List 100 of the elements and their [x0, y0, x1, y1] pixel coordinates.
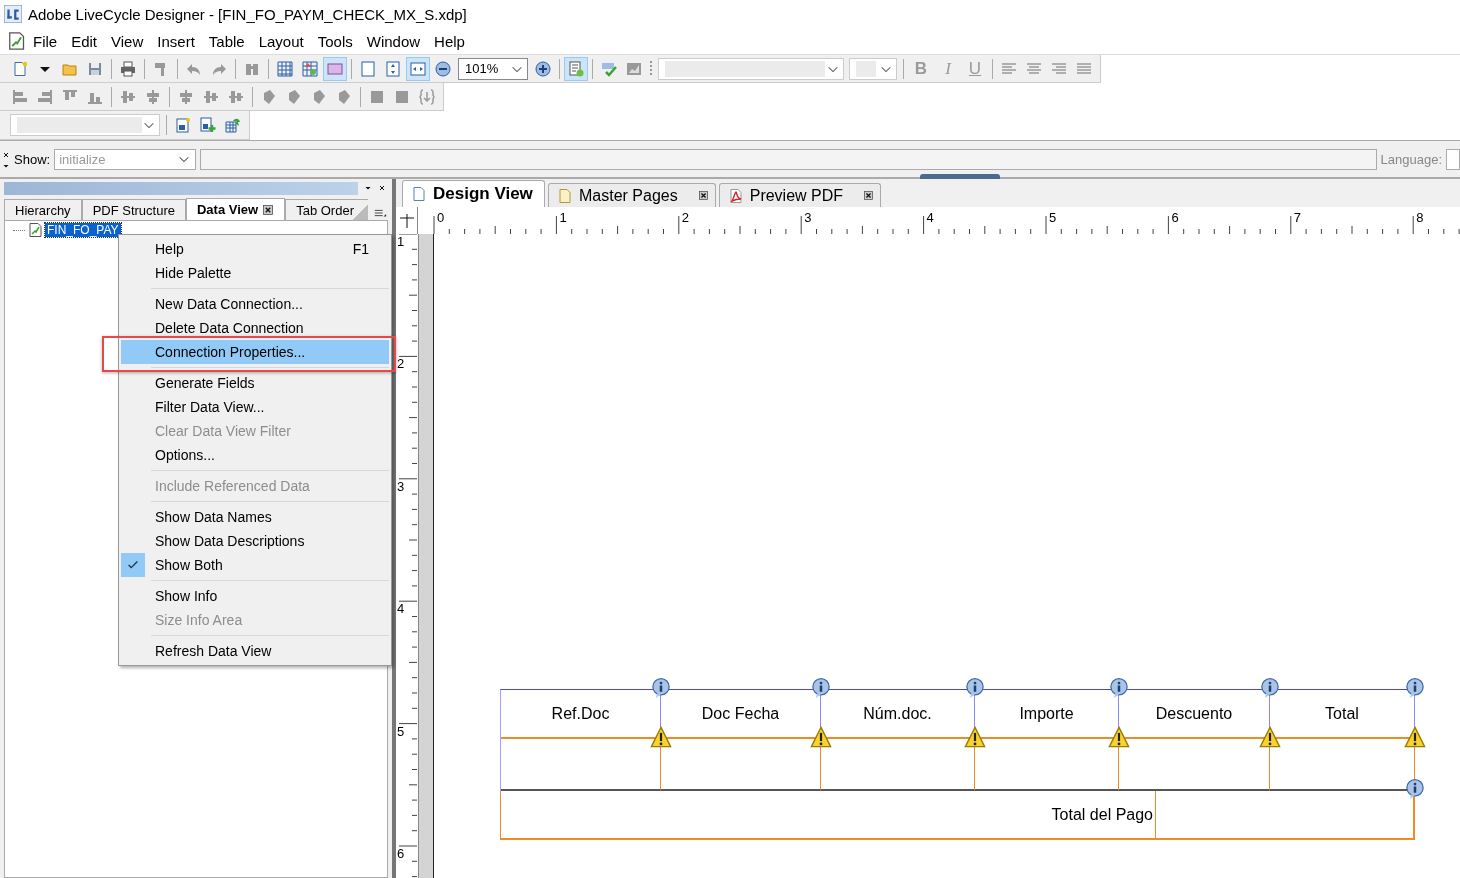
- show-label: Show:: [14, 151, 51, 167]
- menu-item[interactable]: Generate Fields: [121, 371, 389, 395]
- ruler-number: 4: [926, 210, 934, 225]
- fragment-dropdown[interactable]: [10, 114, 160, 136]
- new-fragment-icon[interactable]: [175, 117, 191, 133]
- script-field[interactable]: [200, 148, 1377, 170]
- center-horizontal-icon[interactable]: [120, 88, 136, 105]
- highlight-icon[interactable]: [327, 60, 343, 77]
- menu-item[interactable]: Connection Properties...: [121, 340, 389, 364]
- shape-icon[interactable]: [261, 88, 277, 105]
- fit-height-icon[interactable]: [385, 60, 401, 77]
- info-icon: [1405, 779, 1425, 799]
- zoom-in-icon[interactable]: [535, 60, 551, 77]
- shape-icon[interactable]: [311, 88, 327, 105]
- close-icon[interactable]: [697, 190, 709, 201]
- menu-item[interactable]: Refresh Data View: [121, 639, 389, 663]
- menu-item[interactable]: Insert: [150, 32, 202, 50]
- shape-icon[interactable]: [286, 88, 302, 105]
- palette-tab[interactable]: Data View: [186, 198, 286, 220]
- menu-item[interactable]: Table: [201, 32, 252, 50]
- ruler-number: 0: [437, 210, 445, 225]
- table-arrow-icon[interactable]: [225, 117, 241, 133]
- grip-icon[interactable]: [649, 59, 653, 78]
- menu-item[interactable]: View: [104, 32, 151, 50]
- info-icon: [811, 678, 831, 698]
- info-icon: [1109, 678, 1129, 698]
- close-icon[interactable]: [262, 203, 275, 216]
- warning-icon: [964, 726, 986, 748]
- ruler-number: 5: [397, 723, 405, 739]
- printer-icon[interactable]: [120, 60, 136, 77]
- distribute-icon[interactable]: [203, 88, 219, 105]
- menu-item[interactable]: Filter Data View...: [121, 395, 389, 419]
- ruler-number: 3: [397, 478, 405, 494]
- align-center-icon[interactable]: [1026, 60, 1042, 77]
- shortcut-label: F1: [352, 241, 369, 257]
- palette-tab[interactable]: Tab Order: [285, 199, 368, 220]
- table-cell: Total del Pago: [500, 791, 1156, 840]
- menu-item[interactable]: Window: [359, 32, 428, 50]
- ruler-number: 2: [681, 210, 690, 225]
- ruler-number: 2: [397, 356, 405, 372]
- menu-item[interactable]: Show Info: [121, 584, 389, 608]
- close-icon[interactable]: [2, 150, 10, 159]
- close-icon[interactable]: [863, 190, 875, 201]
- document-tab[interactable]: Master Pages: [548, 183, 716, 207]
- palette-tab[interactable]: Hierarchy: [4, 199, 82, 220]
- menu-item[interactable]: Help: [427, 32, 472, 50]
- menu-item[interactable]: Layout: [251, 32, 311, 50]
- size-dropdown[interactable]: [849, 57, 897, 80]
- warning-icon: [1259, 726, 1281, 748]
- new-document-icon[interactable]: [12, 60, 28, 77]
- menu-item[interactable]: New Data Connection...: [121, 292, 389, 316]
- chart-icon[interactable]: [626, 60, 642, 77]
- grid-icon[interactable]: [277, 60, 293, 77]
- align-right-edges-icon[interactable]: [37, 88, 53, 105]
- align-left-edges-icon[interactable]: [12, 88, 28, 105]
- help-list-icon[interactable]: [568, 60, 584, 77]
- shape-icon[interactable]: [336, 88, 352, 105]
- ruler-number: 6: [1171, 210, 1179, 225]
- menu-item[interactable]: Help F1: [121, 237, 389, 261]
- save-icon[interactable]: [87, 60, 103, 77]
- font-dropdown[interactable]: [658, 57, 844, 80]
- info-icon: [1405, 678, 1425, 698]
- square-icon[interactable]: [369, 88, 385, 105]
- warning-icon: [1404, 726, 1426, 748]
- language-field[interactable]: [1446, 148, 1460, 170]
- zoom-out-icon[interactable]: [435, 60, 451, 77]
- menu-item[interactable]: Hide Palette: [121, 261, 389, 285]
- spellcheck-icon[interactable]: [601, 60, 617, 77]
- close-icon[interactable]: [378, 184, 386, 192]
- zoom-dropdown[interactable]: 101%: [458, 57, 528, 80]
- splitter-handle[interactable]: [920, 174, 1000, 179]
- palette-tab[interactable]: PDF Structure: [81, 199, 186, 220]
- menu-item[interactable]: File: [26, 32, 65, 50]
- align-right-icon[interactable]: [1051, 60, 1067, 77]
- ruler-origin-icon: [399, 213, 414, 228]
- center-vertical-icon[interactable]: [145, 88, 161, 105]
- justify-icon[interactable]: [1076, 60, 1092, 77]
- menu-item[interactable]: Delete Data Connection: [121, 316, 389, 340]
- braces-icon[interactable]: [419, 88, 435, 105]
- menu-item[interactable]: Show Data Descriptions: [121, 529, 389, 553]
- page-icon[interactable]: [360, 60, 376, 77]
- info-icon: [1260, 678, 1280, 698]
- menu-item[interactable]: Show Data Names: [121, 505, 389, 529]
- align-left-icon[interactable]: [1001, 60, 1017, 77]
- page-icon: [727, 187, 744, 204]
- tree-item[interactable]: FIN_FO_PAY: [45, 223, 121, 237]
- menu-item[interactable]: Options...: [121, 443, 389, 467]
- grid-marker-icon[interactable]: [302, 60, 318, 77]
- document-tab[interactable]: Design View: [402, 180, 545, 207]
- distribute-icon[interactable]: [178, 88, 194, 105]
- menu-item[interactable]: Tools: [310, 32, 360, 50]
- dropdown-arrow-icon[interactable]: [364, 184, 372, 192]
- add-fragment-icon[interactable]: [200, 117, 216, 133]
- menu-item[interactable]: Edit: [64, 32, 105, 50]
- document-tab[interactable]: Preview PDF: [718, 183, 882, 207]
- distribute-icon[interactable]: [228, 88, 244, 105]
- square-icon[interactable]: [394, 88, 410, 105]
- fit-width-icon[interactable]: [410, 60, 426, 77]
- window-title: Adobe LiveCycle Designer - [FIN_FO_PAYM_CHECK_MX_S.xdp]: [28, 5, 467, 23]
- menu-item[interactable]: Show Both: [121, 553, 389, 577]
